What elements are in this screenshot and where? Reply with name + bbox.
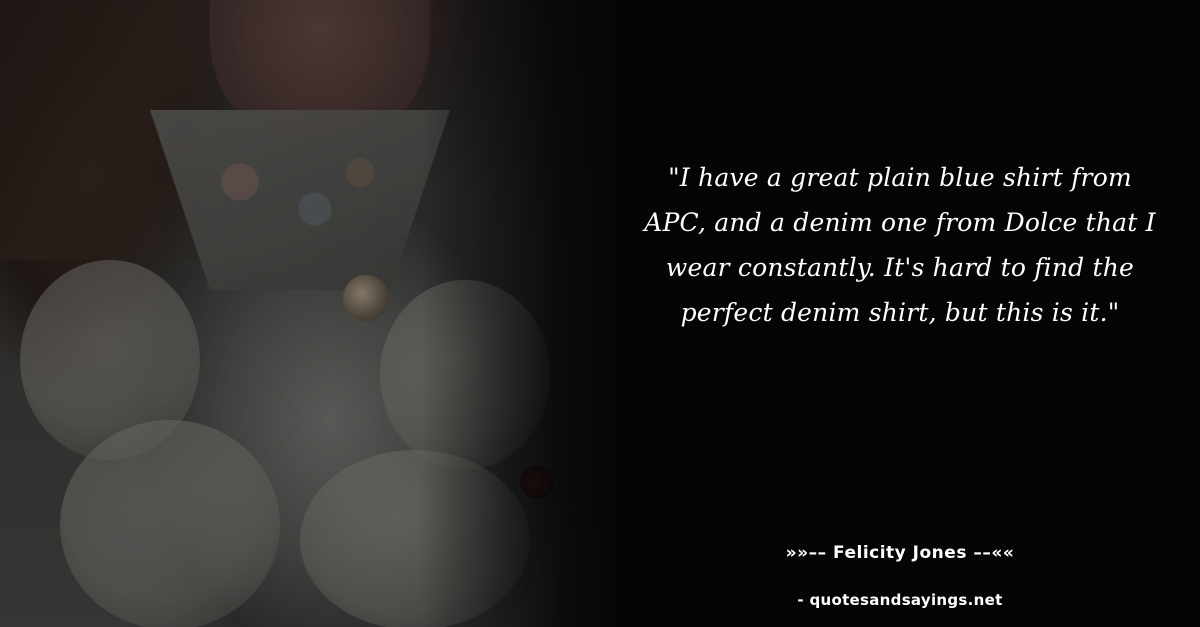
photo-fade-edge [420, 0, 620, 627]
quote-author: »»–– Felicity Jones ––«« [785, 543, 1015, 563]
source-credit: - quotesandsayings.net [797, 591, 1003, 609]
portrait-photo [0, 0, 620, 627]
quote-card: "I have a great plain blue shirt from AP… [0, 0, 1200, 627]
quote-text: "I have a great plain blue shirt from AP… [644, 163, 1156, 327]
